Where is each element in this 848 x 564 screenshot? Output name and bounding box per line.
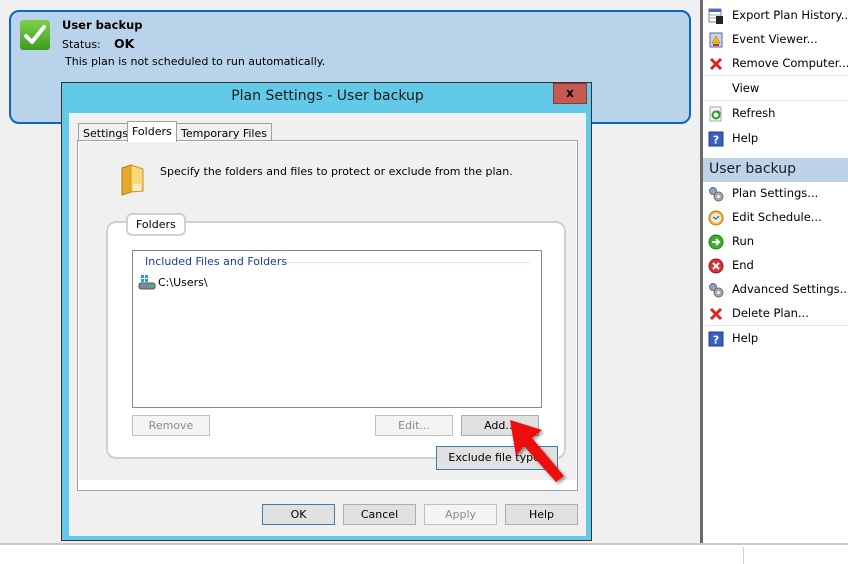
end-icon	[708, 258, 724, 274]
delete-x-icon	[708, 306, 724, 322]
action-label: Help	[732, 331, 759, 345]
action-label: Delete Plan...	[732, 306, 809, 320]
remove-x-icon	[708, 56, 724, 72]
action-label: Plan Settings...	[732, 186, 819, 200]
status-label: Status:	[62, 38, 101, 51]
export-history-icon	[708, 8, 724, 24]
drive-icon	[138, 275, 156, 294]
action-end[interactable]: End	[703, 254, 848, 278]
action-event-viewer[interactable]: Event Viewer...	[703, 28, 848, 52]
refresh-icon	[708, 106, 724, 122]
status-bar-separator	[743, 547, 744, 564]
event-viewer-icon	[708, 32, 724, 48]
action-run[interactable]: Run	[703, 230, 848, 254]
intro-text: Specify the folders and files to protect…	[160, 165, 513, 178]
folders-group: Folders Included Files and Folders C:\Us…	[106, 213, 566, 459]
action-export-plan-history[interactable]: Export Plan History...	[703, 4, 848, 28]
action-help-plan[interactable]: ? Help	[703, 327, 848, 351]
run-arrow-icon	[708, 234, 724, 250]
remove-button[interactable]: Remove	[132, 415, 210, 436]
list-item-path: C:\Users\	[158, 276, 208, 289]
folders-tab-panel: Specify the folders and files to protect…	[77, 140, 578, 491]
action-label: Run	[732, 234, 755, 248]
svg-text:?: ?	[713, 334, 719, 347]
status-value: OK	[114, 36, 135, 51]
list-header-divider	[288, 262, 530, 263]
tab-content: Specify the folders and files to protect…	[79, 142, 576, 480]
action-label: Advanced Settings...	[732, 282, 848, 296]
svg-text:?: ?	[713, 134, 719, 147]
action-label: Edit Schedule...	[732, 210, 822, 224]
action-plan-settings[interactable]: Plan Settings...	[703, 182, 848, 206]
action-view[interactable]: View	[703, 77, 848, 101]
ok-button[interactable]: OK	[262, 504, 335, 525]
action-label: Help	[732, 131, 759, 145]
list-header: Included Files and Folders	[145, 255, 288, 268]
action-remove-computer[interactable]: Remove Computer...	[703, 52, 848, 76]
section-title: User backup	[709, 161, 796, 177]
cancel-button[interactable]: Cancel	[343, 504, 416, 525]
actions-section-header: User backup	[703, 158, 848, 182]
edit-button[interactable]: Edit...	[375, 415, 453, 436]
gears-icon	[708, 186, 724, 202]
action-label: Event Viewer...	[732, 32, 818, 46]
group-label: Folders	[126, 213, 186, 236]
plan-name: User backup	[62, 18, 143, 32]
included-files-list[interactable]: Included Files and Folders C:\Users\	[132, 250, 542, 408]
apply-button[interactable]: Apply	[424, 504, 497, 525]
help-button[interactable]: Help	[505, 504, 578, 525]
gears-icon	[708, 282, 724, 298]
help-icon: ?	[708, 131, 724, 147]
action-label: Refresh	[732, 106, 776, 120]
folder-icon	[119, 164, 147, 199]
action-label: Export Plan History...	[732, 8, 848, 22]
red-pointer-arrow-icon	[508, 418, 572, 491]
dialog-title: Plan Settings - User backup	[231, 88, 424, 104]
action-label: Remove Computer...	[732, 56, 848, 70]
action-delete-plan[interactable]: Delete Plan...	[703, 302, 848, 326]
close-button[interactable]: x	[553, 83, 587, 104]
status-bar	[0, 543, 848, 564]
status-ok-check-icon	[20, 20, 50, 50]
action-refresh[interactable]: Refresh	[703, 102, 848, 126]
tab-folders[interactable]: Folders	[127, 121, 177, 142]
help-icon: ?	[708, 331, 724, 347]
schedule-text: This plan is not scheduled to run automa…	[65, 55, 326, 68]
actions-pane: Export Plan History... Event Viewer... R…	[700, 0, 848, 543]
action-edit-schedule[interactable]: Edit Schedule...	[703, 206, 848, 230]
action-advanced-settings[interactable]: Advanced Settings...	[703, 278, 848, 302]
action-label: View	[732, 81, 760, 95]
clock-icon	[708, 210, 724, 226]
action-label: End	[732, 258, 754, 272]
action-help[interactable]: ? Help	[703, 127, 848, 151]
